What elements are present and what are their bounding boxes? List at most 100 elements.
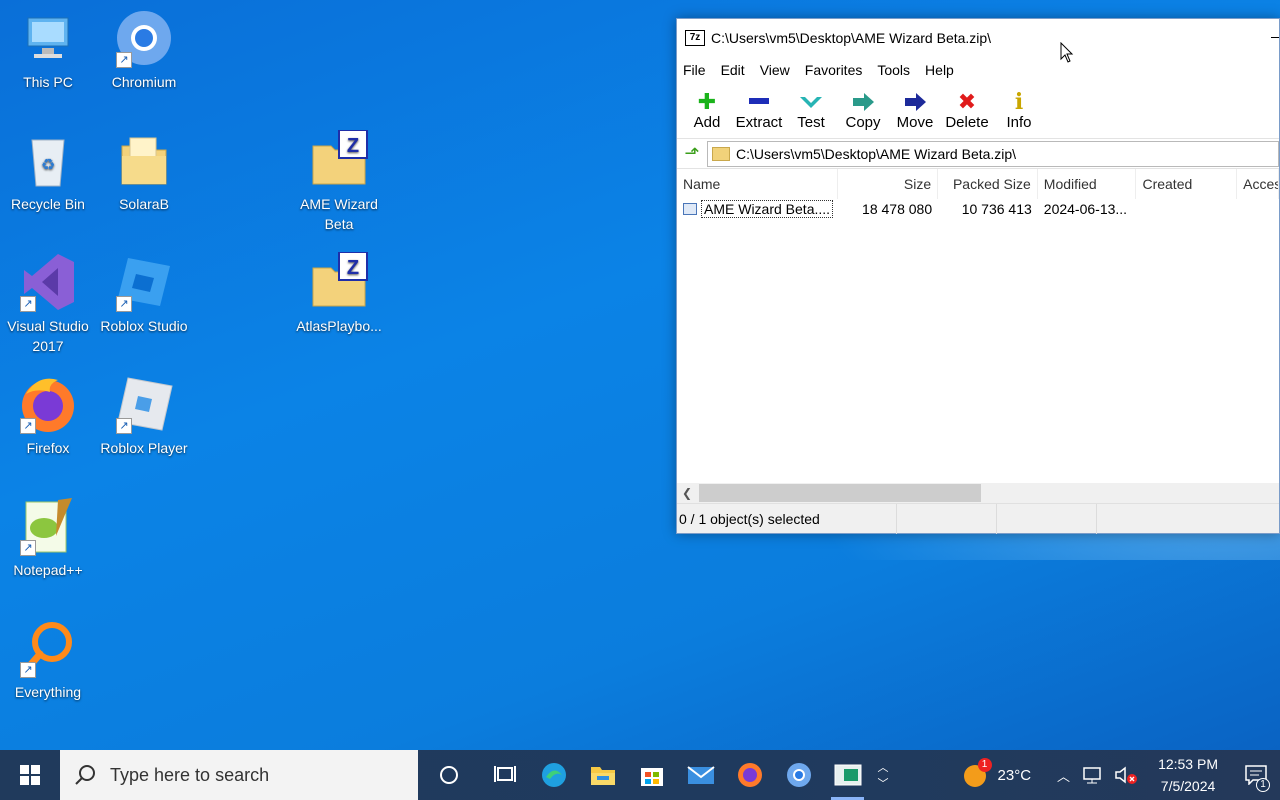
move-button[interactable]: Move	[889, 90, 941, 131]
minimize-button[interactable]	[1259, 19, 1279, 57]
desktop-icon-ame-wizard-beta[interactable]: Z AME Wizard Beta	[291, 129, 387, 234]
file-icon	[683, 203, 697, 215]
up-folder-button[interactable]: ⬏	[677, 139, 707, 169]
file-row[interactable]: AME Wizard Beta.... 18 478 080 10 736 41…	[677, 199, 1279, 221]
desktop-icon-label: Everything	[14, 684, 82, 700]
taskbar-overflow-arrows[interactable]: ︿ ﹀	[872, 750, 894, 800]
desktop-icon-everything[interactable]: ↗ Everything	[0, 618, 96, 702]
taskbar-file-explorer[interactable]	[578, 750, 627, 800]
desktop-icon-atlasplaybook[interactable]: Z AtlasPlaybo...	[291, 251, 387, 336]
menu-favorites[interactable]: Favorites	[805, 62, 863, 78]
shortcut-arrow-icon: ↗	[116, 52, 132, 68]
column-header-packed-size[interactable]: Packed Size	[938, 169, 1038, 199]
desktop-icon-solarab[interactable]: SolaraB	[96, 130, 192, 214]
notification-center-button[interactable]: 1	[1232, 750, 1280, 800]
cortana-circle-icon	[440, 766, 458, 784]
extract-button[interactable]: Extract	[733, 90, 785, 131]
svg-text:♻: ♻	[41, 157, 55, 174]
scroll-left-icon[interactable]: ❮	[677, 486, 697, 500]
desktop-icon-label: Roblox Studio	[100, 318, 188, 334]
menu-edit[interactable]: Edit	[721, 62, 745, 78]
menu-view[interactable]: View	[760, 62, 790, 78]
taskbar-mail[interactable]	[676, 750, 725, 800]
desktop-icon-label: SolaraB	[119, 196, 169, 212]
weather-sun-icon: 1	[962, 758, 992, 788]
delete-button[interactable]: ✖ Delete	[941, 89, 993, 131]
minus-icon	[747, 90, 771, 114]
desktop-icon-label: This PC	[23, 74, 73, 90]
taskbar-firefox[interactable]	[725, 750, 774, 800]
seven-zip-logo-icon: 7z	[685, 30, 705, 46]
weather-widget[interactable]: 1 23°C	[962, 758, 1032, 788]
desktop-icon-chromium[interactable]: ↗ Chromium	[96, 8, 192, 92]
windows-logo-icon	[20, 765, 40, 785]
move-button-label: Move	[896, 114, 934, 131]
file-list-header: Name Size Packed Size Modified Created A…	[677, 169, 1280, 199]
visual-studio-icon: ↗	[18, 252, 78, 312]
taskbar-store[interactable]	[627, 750, 676, 800]
folder-icon	[712, 146, 730, 161]
taskbar-clock[interactable]: 12:53 PM 7/5/2024	[1144, 753, 1232, 797]
test-button-label: Test	[797, 114, 825, 131]
menu-tools[interactable]: Tools	[877, 62, 910, 78]
copy-button[interactable]: Copy	[837, 90, 889, 131]
test-button[interactable]: Test	[785, 90, 837, 131]
taskbar-seven-zip[interactable]	[823, 750, 872, 800]
chevron-up-icon: ︿	[877, 762, 889, 774]
column-header-modified[interactable]: Modified	[1038, 169, 1137, 199]
folder-icon	[114, 130, 174, 190]
window-titlebar[interactable]: 7z C:\Users\vm5\Desktop\AME Wizard Beta.…	[677, 19, 1279, 57]
clock-date: 7/5/2024	[1160, 778, 1216, 794]
add-button-label: Add	[693, 114, 721, 131]
extract-button-label: Extract	[735, 114, 783, 131]
add-button[interactable]: ✚ Add	[681, 89, 733, 131]
horizontal-scrollbar[interactable]: ❮	[677, 483, 1279, 503]
address-input[interactable]: C:\Users\vm5\Desktop\AME Wizard Beta.zip…	[707, 140, 1279, 167]
desktop-icon-recycle-bin[interactable]: ♻ Recycle Bin	[0, 130, 96, 214]
scrollbar-thumb[interactable]	[699, 484, 981, 502]
column-header-name[interactable]: Name	[677, 169, 839, 199]
file-modified: 2024-06-13...	[1043, 201, 1128, 217]
info-button[interactable]: i Info	[993, 89, 1045, 131]
status-segment	[997, 503, 1097, 534]
cortana-button[interactable]	[418, 750, 480, 800]
column-header-accessed[interactable]: Acces	[1237, 169, 1280, 199]
task-view-button[interactable]	[480, 750, 529, 800]
taskbar-chromium[interactable]	[774, 750, 823, 800]
file-created	[1136, 199, 1237, 221]
column-header-created[interactable]: Created	[1136, 169, 1238, 199]
this-pc-icon	[18, 8, 78, 68]
weather-badge: 1	[977, 758, 992, 772]
volume-muted-icon[interactable]	[1114, 765, 1138, 785]
shortcut-arrow-icon: ↗	[20, 418, 36, 434]
edge-icon	[541, 763, 566, 787]
network-icon[interactable]	[1082, 766, 1104, 784]
chevron-down-icon: ﹀	[877, 778, 889, 790]
menu-help[interactable]: Help	[925, 62, 954, 78]
start-button[interactable]	[0, 750, 60, 800]
shortcut-arrow-icon: ↗	[20, 540, 36, 556]
desktop-icon-notepad-plus-plus[interactable]: ↗ Notepad++	[0, 496, 96, 580]
system-tray: 1 23°C ︿ 12:53 PM 7/5/2024 1	[946, 750, 1280, 800]
desktop-icon-this-pc[interactable]: This PC	[0, 8, 96, 92]
column-header-size[interactable]: Size	[838, 169, 939, 199]
show-hidden-icons-chevron-icon[interactable]: ︿	[1057, 766, 1070, 785]
file-size: 18 478 080	[862, 201, 933, 217]
recycle-bin-icon: ♻	[18, 130, 78, 190]
desktop-icon-firefox[interactable]: ↗ Firefox	[0, 374, 96, 458]
weather-temperature: 23°C	[997, 766, 1032, 784]
info-button-label: Info	[1006, 114, 1032, 131]
svg-text:Z: Z	[347, 257, 359, 279]
taskbar-search-box[interactable]: Type here to search	[60, 750, 418, 800]
zip-archive-icon: Z	[309, 129, 369, 190]
desktop-icon-roblox-player[interactable]: ↗ Roblox Player	[96, 374, 192, 458]
desktop-icon-label: Notepad++	[13, 562, 83, 578]
menu-file[interactable]: File	[683, 62, 706, 78]
clock-time: 12:53 PM	[1158, 756, 1218, 772]
shortcut-arrow-icon: ↗	[20, 662, 36, 678]
desktop-icon-visual-studio[interactable]: ↗ Visual Studio 2017	[0, 252, 96, 356]
toolbar: ✚ Add Extract Test Copy Move ✖ Delete i …	[677, 83, 1279, 139]
taskbar-edge[interactable]	[529, 750, 578, 800]
seven-zip-window[interactable]: 7z C:\Users\vm5\Desktop\AME Wizard Beta.…	[676, 18, 1280, 534]
desktop-icon-roblox-studio[interactable]: ↗ Roblox Studio	[96, 252, 192, 336]
